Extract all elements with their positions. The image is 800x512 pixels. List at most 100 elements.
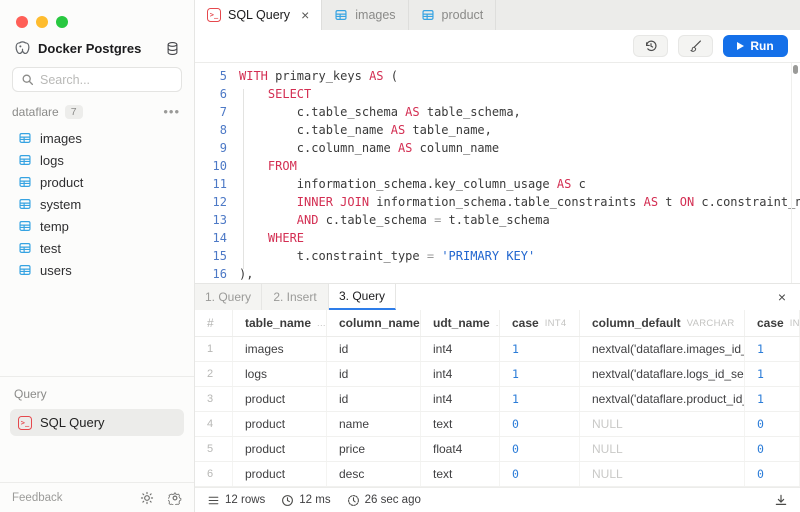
results-tab-2[interactable]: 2. Insert xyxy=(262,284,329,310)
cell: 1 xyxy=(745,337,800,361)
cell: 0 xyxy=(745,462,800,486)
connection-header: Docker Postgres xyxy=(0,30,194,57)
cell: 1 xyxy=(500,387,580,411)
sidebar-item-test[interactable]: test xyxy=(0,237,194,259)
more-menu-icon[interactable]: ••• xyxy=(163,104,180,119)
cell: nextval('dataflare.images_id_s... xyxy=(580,337,745,361)
column-header-index[interactable]: # xyxy=(195,310,233,336)
sidebar-item-system[interactable]: system xyxy=(0,193,194,215)
database-name: dataflare xyxy=(12,105,59,119)
tab-images[interactable]: images xyxy=(322,0,408,30)
tab-label: product xyxy=(442,8,484,22)
sidebar-item-sql-query[interactable]: >_ SQL Query xyxy=(10,409,184,436)
code-line: 13 AND c.table_schema = t.table_schema xyxy=(195,211,800,229)
run-button[interactable]: Run xyxy=(723,35,788,57)
code-line: 9 c.column_name AS column_name xyxy=(195,139,800,157)
cell: 5 xyxy=(195,437,233,461)
cell: product xyxy=(233,387,327,411)
column-type: VARCHAR xyxy=(687,318,735,329)
cell: 0 xyxy=(500,412,580,436)
close-window-button[interactable] xyxy=(16,16,28,28)
cell: product xyxy=(233,412,327,436)
line-number: 10 xyxy=(195,157,239,175)
minimize-window-button[interactable] xyxy=(36,16,48,28)
sql-query-label: SQL Query xyxy=(40,415,105,430)
results-tab-1[interactable]: 1. Query xyxy=(195,284,262,310)
column-type: INT4 xyxy=(790,318,800,329)
main-area: >_ SQL Query × images product Run xyxy=(195,0,800,512)
table-label: system xyxy=(40,197,81,212)
search-box[interactable] xyxy=(12,67,182,92)
history-button[interactable] xyxy=(633,35,668,57)
cell: 6 xyxy=(195,462,233,486)
cell: 1 xyxy=(745,387,800,411)
code-line: 12 INNER JOIN information_schema.table_c… xyxy=(195,193,800,211)
database-group-header[interactable]: dataflare 7 ••• xyxy=(0,92,194,123)
theme-toggle-icon[interactable] xyxy=(140,491,154,505)
table-label: images xyxy=(40,131,82,146)
table-row[interactable]: 3productidint41nextval('dataflare.produc… xyxy=(195,387,800,412)
column-header-column_default[interactable]: column_defaultVARCHAR xyxy=(580,310,745,336)
tab-label: images xyxy=(355,8,395,22)
column-type: ... xyxy=(317,318,326,329)
table-label: logs xyxy=(40,153,64,168)
row-count-status: 12 rows xyxy=(207,494,265,507)
tab-label: SQL Query xyxy=(228,8,290,22)
table-icon xyxy=(421,8,435,22)
cell: text xyxy=(421,462,500,486)
table-label: product xyxy=(40,175,83,190)
sidebar-item-users[interactable]: users xyxy=(0,259,194,281)
table-row[interactable]: 5productpricefloat40NULL0 xyxy=(195,437,800,462)
sidebar-item-logs[interactable]: logs xyxy=(0,149,194,171)
tab-product[interactable]: product xyxy=(409,0,497,30)
code-line: 5WITH primary_keys AS ( xyxy=(195,67,800,85)
cell: product xyxy=(233,462,327,486)
results-body: 1imagesidint41nextval('dataflare.images_… xyxy=(195,337,800,487)
cell: 3 xyxy=(195,387,233,411)
settings-gear-icon[interactable] xyxy=(168,491,182,505)
results-header-row: # table_name... column_name... udt_name.… xyxy=(195,310,800,337)
column-header-case[interactable]: caseINT4 xyxy=(745,310,800,336)
connection-title: Docker Postgres xyxy=(38,41,158,56)
zoom-window-button[interactable] xyxy=(56,16,68,28)
download-results-icon[interactable] xyxy=(774,493,788,507)
editor-scrollbar[interactable] xyxy=(791,63,800,283)
cell: NULL xyxy=(580,462,745,486)
database-icon[interactable] xyxy=(165,41,180,56)
line-number: 9 xyxy=(195,139,239,157)
table-row[interactable]: 6productdesctext0NULL0 xyxy=(195,462,800,487)
sidebar-item-images[interactable]: images xyxy=(0,127,194,149)
cell: id xyxy=(327,362,421,386)
cell: images xyxy=(233,337,327,361)
table-row[interactable]: 4productnametext0NULL0 xyxy=(195,412,800,437)
column-header-table_name[interactable]: table_name... xyxy=(233,310,327,336)
search-input[interactable] xyxy=(40,73,173,87)
cell: id xyxy=(327,387,421,411)
line-number: 7 xyxy=(195,103,239,121)
sidebar-item-product[interactable]: product xyxy=(0,171,194,193)
sidebar-item-temp[interactable]: temp xyxy=(0,215,194,237)
close-tab-icon[interactable]: × xyxy=(301,7,309,23)
line-number: 13 xyxy=(195,211,239,229)
editor-scrollbar-handle[interactable] xyxy=(793,65,798,74)
code-line: 16), xyxy=(195,265,800,283)
line-number: 15 xyxy=(195,247,239,265)
table-row[interactable]: 1imagesidint41nextval('dataflare.images_… xyxy=(195,337,800,362)
feedback-link[interactable]: Feedback xyxy=(12,492,126,504)
results-tab-3[interactable]: 3. Query xyxy=(329,284,396,310)
line-number: 14 xyxy=(195,229,239,247)
table-row[interactable]: 2logsidint41nextval('dataflare.logs_id_s… xyxy=(195,362,800,387)
close-results-icon[interactable]: × xyxy=(778,289,786,305)
format-brush-button[interactable] xyxy=(678,35,713,57)
results-tab-bar: 1. Query2. Insert3. Query × xyxy=(195,283,800,310)
tab-sql-query[interactable]: >_ SQL Query × xyxy=(195,0,322,30)
sql-editor[interactable]: 5WITH primary_keys AS ( 6 SELECT 7 c.tab… xyxy=(195,63,800,283)
table-icon xyxy=(18,175,32,189)
indent-guide xyxy=(243,89,244,269)
column-header-case[interactable]: caseINT4 xyxy=(500,310,580,336)
column-header-column_name[interactable]: column_name... xyxy=(327,310,421,336)
postgres-elephant-icon xyxy=(14,40,31,57)
column-header-udt_name[interactable]: udt_name... xyxy=(421,310,500,336)
line-number: 12 xyxy=(195,193,239,211)
status-bar: 12 rows 12 ms 26 sec ago xyxy=(195,487,800,512)
